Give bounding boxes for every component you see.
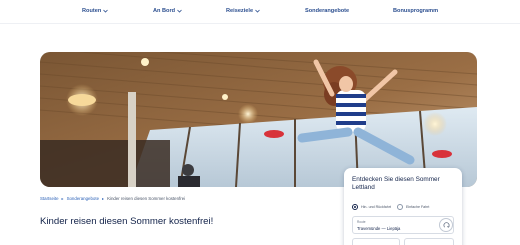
return-date-field[interactable] (404, 238, 454, 245)
booking-widget: Entdecken Sie diesen Sommer Lettland Hin… (344, 168, 462, 245)
radio-label: Hin- und Rückfahrt (361, 204, 391, 209)
departure-date-field[interactable] (352, 238, 400, 245)
nav-item-an-bord[interactable]: An Bord (153, 8, 182, 14)
nav-item-reiseziele[interactable]: Reiseziele (226, 8, 260, 14)
chevron-down-icon (103, 9, 109, 13)
radio-selected-icon (352, 204, 358, 210)
breadcrumb-item-home[interactable]: Startseite (40, 196, 59, 201)
nav-item-label: An Bord (153, 8, 176, 14)
chevron-right-icon: ▸ (61, 196, 64, 202)
breadcrumb-item-specials[interactable]: Sonderangebote (67, 196, 99, 201)
radio-round-trip[interactable]: Hin- und Rückfahrt (352, 204, 391, 210)
page-title: Kinder reisen diesen Sommer kostenfrei! (40, 216, 214, 227)
nav-item-sonderangebote[interactable]: Sonderangebote (305, 8, 349, 14)
nav-item-bonusprogramm[interactable]: Bonusprogramm (393, 8, 438, 14)
chevron-right-icon: ▸ (102, 196, 105, 202)
route-field-value: Travemünde — Liepāja (357, 226, 401, 231)
hero-image (40, 52, 477, 187)
nav-item-label: Reiseziele (226, 8, 254, 14)
radio-unselected-icon (396, 204, 403, 210)
nav-item-label: Bonusprogramm (393, 8, 439, 14)
chevron-down-icon (255, 9, 260, 13)
nav-item-label: Sonderangebote (305, 8, 350, 14)
nav-item-routen[interactable]: Routen (82, 8, 109, 14)
breadcrumb: Startseite ▸ Sonderangebote ▸ Kinder reisen … (40, 196, 185, 201)
radio-label: Einfache Fahrt (405, 204, 430, 209)
widget-title: Entdecken Sie diesen Sommer Lettland (352, 176, 440, 191)
chevron-down-icon (177, 9, 182, 13)
nav-item-label: Routen (82, 8, 102, 14)
route-field-label: Route (357, 220, 366, 224)
top-navigation: Routen An Bord Reiseziele Sonderangebote… (0, 0, 520, 24)
swap-route-button[interactable] (439, 218, 453, 232)
swap-icon (443, 222, 450, 228)
breadcrumb-item-current: Kinder reisen diesen Sommer kostenfrei (107, 196, 186, 202)
radio-one-way[interactable]: Einfache Fahrt (396, 204, 430, 210)
trip-type-options: Hin- und Rückfahrt Einfache Fahrt (352, 204, 434, 210)
